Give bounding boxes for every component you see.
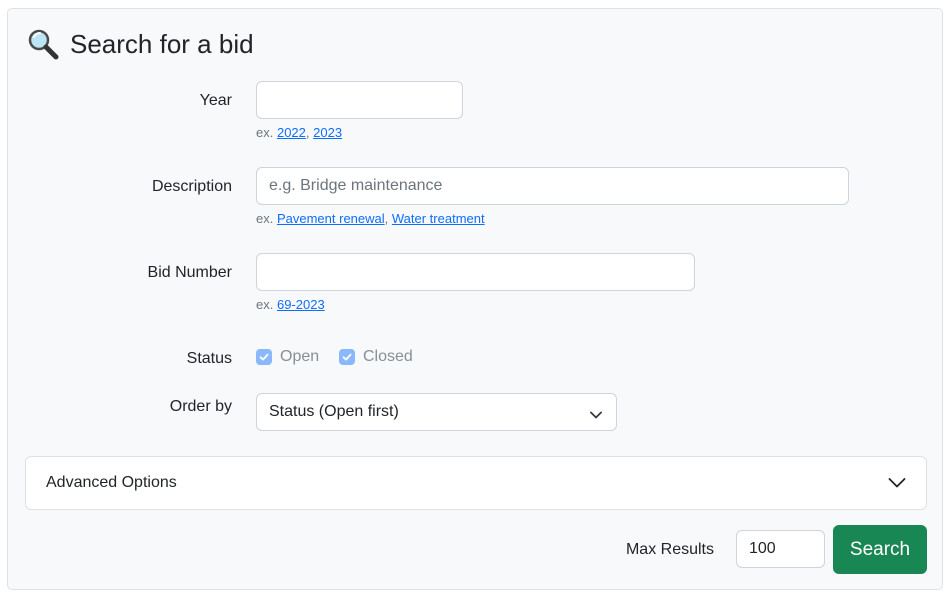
magnifying-glass-icon	[26, 27, 60, 61]
example-link-2022[interactable]: 2022	[277, 125, 306, 140]
status-label: Status	[186, 350, 232, 367]
chevron-down-icon	[888, 476, 906, 495]
advanced-options-accordion[interactable]: Advanced Options	[25, 456, 927, 510]
bid-number-hint: ex. 69-2023	[256, 297, 325, 312]
page-title: Search for a bid	[26, 26, 254, 62]
hint-prefix: ex.	[256, 125, 274, 140]
bid-number-label: Bid Number	[147, 264, 232, 281]
description-label: Description	[151, 178, 232, 195]
status-closed-label: Closed	[363, 348, 413, 365]
checkbox-checked-icon	[339, 349, 355, 365]
example-link-pavement-renewal[interactable]: Pavement renewal	[277, 211, 385, 226]
search-card: Search for a bid Year ex. 2022, 2023 Des…	[7, 8, 943, 590]
page-title-text: Search for a bid	[70, 28, 254, 59]
year-label: Year	[199, 92, 232, 109]
status-open-checkbox[interactable]: Open	[256, 348, 319, 366]
hint-prefix: ex.	[256, 297, 274, 312]
order-by-selected-value: Status (Open first)	[269, 403, 399, 420]
chevron-down-icon	[590, 407, 602, 425]
max-results-label: Max Results	[625, 541, 714, 558]
year-input[interactable]	[256, 81, 463, 119]
order-by-select[interactable]: Status (Open first)	[256, 393, 617, 431]
bid-number-input[interactable]	[256, 253, 695, 291]
example-link-water-treatment[interactable]: Water treatment	[392, 211, 485, 226]
status-closed-checkbox[interactable]: Closed	[339, 348, 413, 366]
order-by-label: Order by	[169, 398, 232, 415]
description-hint: ex. Pavement renewal, Water treatment	[256, 211, 485, 226]
example-link-69-2023[interactable]: 69-2023	[277, 297, 325, 312]
year-hint: ex. 2022, 2023	[256, 125, 343, 140]
description-input[interactable]	[256, 167, 849, 205]
advanced-options-label: Advanced Options	[46, 474, 177, 491]
example-link-2023[interactable]: 2023	[313, 125, 342, 140]
search-button[interactable]: Search	[833, 525, 927, 574]
hint-prefix: ex.	[256, 211, 274, 226]
status-open-label: Open	[280, 348, 320, 365]
checkbox-checked-icon	[256, 349, 272, 365]
max-results-input[interactable]	[736, 530, 825, 568]
